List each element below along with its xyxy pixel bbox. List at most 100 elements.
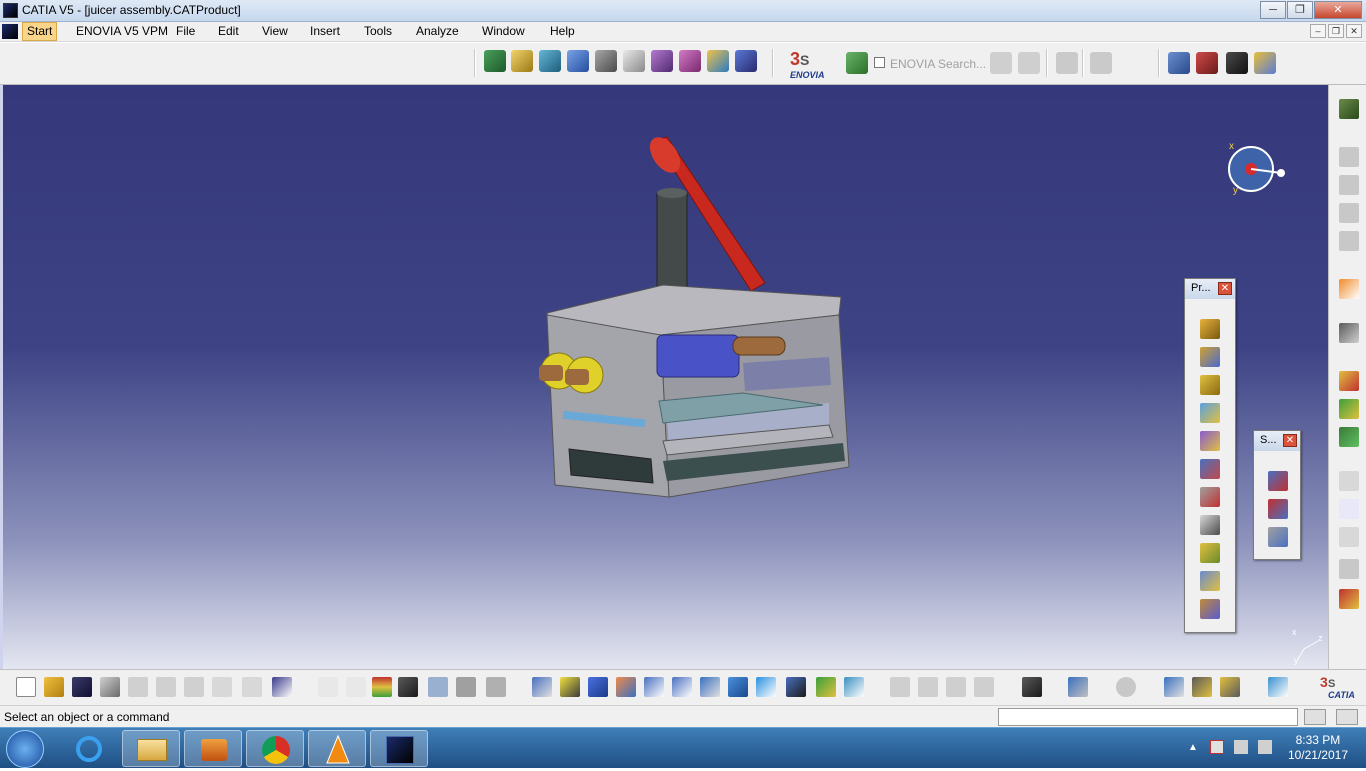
- copy-icon[interactable]: [156, 677, 176, 697]
- catia-app-icon[interactable]: [3, 3, 18, 18]
- measure-inertia-icon[interactable]: [1220, 677, 1240, 697]
- smart-move-icon[interactable]: [1254, 52, 1276, 74]
- menu-window[interactable]: Window: [482, 24, 525, 38]
- command-toggle-icon[interactable]: [1304, 709, 1326, 725]
- menu-analyze[interactable]: Analyze: [416, 24, 459, 38]
- pattern-icon[interactable]: [735, 50, 757, 72]
- product-icon-2[interactable]: [1339, 175, 1359, 195]
- enovia-connect-icon[interactable]: [846, 52, 868, 74]
- explode-icon[interactable]: [1196, 52, 1218, 74]
- weld-icon[interactable]: [1339, 589, 1359, 609]
- volume-icon[interactable]: [1258, 740, 1272, 754]
- enovia-search-checkbox[interactable]: [874, 57, 885, 68]
- product-box-icon[interactable]: [511, 50, 533, 72]
- comment-icon[interactable]: [346, 677, 366, 697]
- insert-component-icon[interactable]: [1200, 319, 1220, 339]
- swap-icon[interactable]: [1090, 52, 1112, 74]
- copy-link-icon[interactable]: [1056, 52, 1078, 74]
- manipulate-icon[interactable]: [1339, 323, 1359, 343]
- paste-icon[interactable]: [184, 677, 204, 697]
- reaction-icon[interactable]: [486, 677, 506, 697]
- structure-palette[interactable]: S... ✕: [1253, 430, 1301, 560]
- network-icon[interactable]: [1234, 740, 1248, 754]
- save-icon[interactable]: [72, 677, 92, 697]
- power-input-icon[interactable]: [1336, 709, 1358, 725]
- taskbar-internet-explorer[interactable]: [60, 730, 118, 767]
- graph-tree-reorder-icon[interactable]: [1200, 487, 1220, 507]
- show-hidden-icons-icon[interactable]: ▲: [1188, 742, 1198, 753]
- product-structure-palette[interactable]: Pr... ✕: [1184, 278, 1236, 633]
- insert-part-icon[interactable]: [1200, 375, 1220, 395]
- apply-material-icon[interactable]: [1268, 677, 1288, 697]
- palette-title-bar[interactable]: Pr... ✕: [1185, 279, 1235, 299]
- existing-positioning-icon[interactable]: [1200, 431, 1220, 451]
- document-icon[interactable]: [2, 24, 18, 39]
- existing-component-icon[interactable]: [1200, 403, 1220, 423]
- menu-tools[interactable]: Tools: [364, 24, 392, 38]
- open-icon[interactable]: [44, 677, 64, 697]
- compass-icon[interactable]: x y: [1221, 133, 1291, 203]
- taskbar-catia[interactable]: [370, 730, 428, 767]
- structure-palette-close-button[interactable]: ✕: [1283, 434, 1297, 447]
- menu-edit[interactable]: Edit: [218, 24, 239, 38]
- measure-item-icon[interactable]: [1192, 677, 1212, 697]
- product-icon-3[interactable]: [1339, 203, 1359, 223]
- menu-file[interactable]: File: [176, 24, 195, 38]
- pan-icon[interactable]: [588, 677, 608, 697]
- rotate-icon[interactable]: [616, 677, 636, 697]
- structure-palette-title-bar[interactable]: S... ✕: [1254, 431, 1300, 451]
- roller-shaft[interactable]: [732, 336, 786, 356]
- product-icon-4[interactable]: [1339, 231, 1359, 251]
- command-input[interactable]: [998, 708, 1298, 726]
- split-icon[interactable]: [890, 677, 910, 697]
- iso-view-icon[interactable]: [756, 677, 776, 697]
- capture-camera-icon[interactable]: [1022, 677, 1042, 697]
- print-icon[interactable]: [100, 677, 120, 697]
- constraint-coincidence-icon[interactable]: [1339, 371, 1359, 391]
- plane-icon[interactable]: [567, 50, 589, 72]
- structure-reorder-icon[interactable]: [1268, 527, 1288, 547]
- annotation-icon[interactable]: [1339, 471, 1359, 491]
- replace-component-icon[interactable]: [1200, 459, 1220, 479]
- selective-load-icon[interactable]: [1200, 543, 1220, 563]
- gear-icon[interactable]: [1339, 99, 1359, 119]
- sketch-icon[interactable]: [539, 50, 561, 72]
- enovia-search-field[interactable]: ENOVIA Search...: [890, 57, 986, 71]
- constraint-icon[interactable]: [679, 50, 701, 72]
- pencil-icon[interactable]: [623, 50, 645, 72]
- snap-icon[interactable]: [1226, 52, 1248, 74]
- menu-help[interactable]: Help: [550, 24, 575, 38]
- multi-view-icon[interactable]: [728, 677, 748, 697]
- constraint-offset-icon[interactable]: [1339, 427, 1359, 447]
- close-button[interactable]: ✕: [1314, 1, 1362, 19]
- maximize-button[interactable]: ❐: [1287, 1, 1313, 19]
- enovia-logo[interactable]: 3S ENOVIA: [786, 47, 836, 81]
- menu-enovia[interactable]: ENOVIA V5 VPM: [76, 24, 168, 38]
- select-arrow-icon[interactable]: [1339, 279, 1359, 299]
- view-icon[interactable]: [1339, 559, 1359, 579]
- doc-minimize-button[interactable]: –: [1310, 24, 1326, 38]
- formula-icon[interactable]: [318, 677, 338, 697]
- action-center-icon[interactable]: [1210, 740, 1224, 754]
- enovia-tree-icon[interactable]: [990, 52, 1012, 74]
- new-icon[interactable]: [16, 677, 36, 697]
- menu-view[interactable]: View: [262, 24, 288, 38]
- cut-icon[interactable]: [128, 677, 148, 697]
- system-clock[interactable]: 8:33 PM 10/21/2017: [1288, 733, 1348, 763]
- shading-icon[interactable]: [786, 677, 806, 697]
- knowledge-icon[interactable]: [428, 677, 448, 697]
- normal-view-icon[interactable]: [700, 677, 720, 697]
- link-icon[interactable]: [918, 677, 938, 697]
- juicer-roller[interactable]: [656, 334, 740, 378]
- 3d-viewport[interactable]: x y x z y: [0, 85, 1328, 669]
- doc-close-button[interactable]: ✕: [1346, 24, 1362, 38]
- grab-icon[interactable]: [1168, 52, 1190, 74]
- rigid-subassembly-icon[interactable]: [1268, 499, 1288, 519]
- section-icon[interactable]: [974, 677, 994, 697]
- update-icon[interactable]: [707, 50, 729, 72]
- product-icon-1[interactable]: [1339, 147, 1359, 167]
- menu-insert[interactable]: Insert: [310, 24, 340, 38]
- insert-product-icon[interactable]: [1200, 347, 1220, 367]
- taskbar-media-player[interactable]: [184, 730, 242, 767]
- fly-mode-icon[interactable]: [532, 677, 552, 697]
